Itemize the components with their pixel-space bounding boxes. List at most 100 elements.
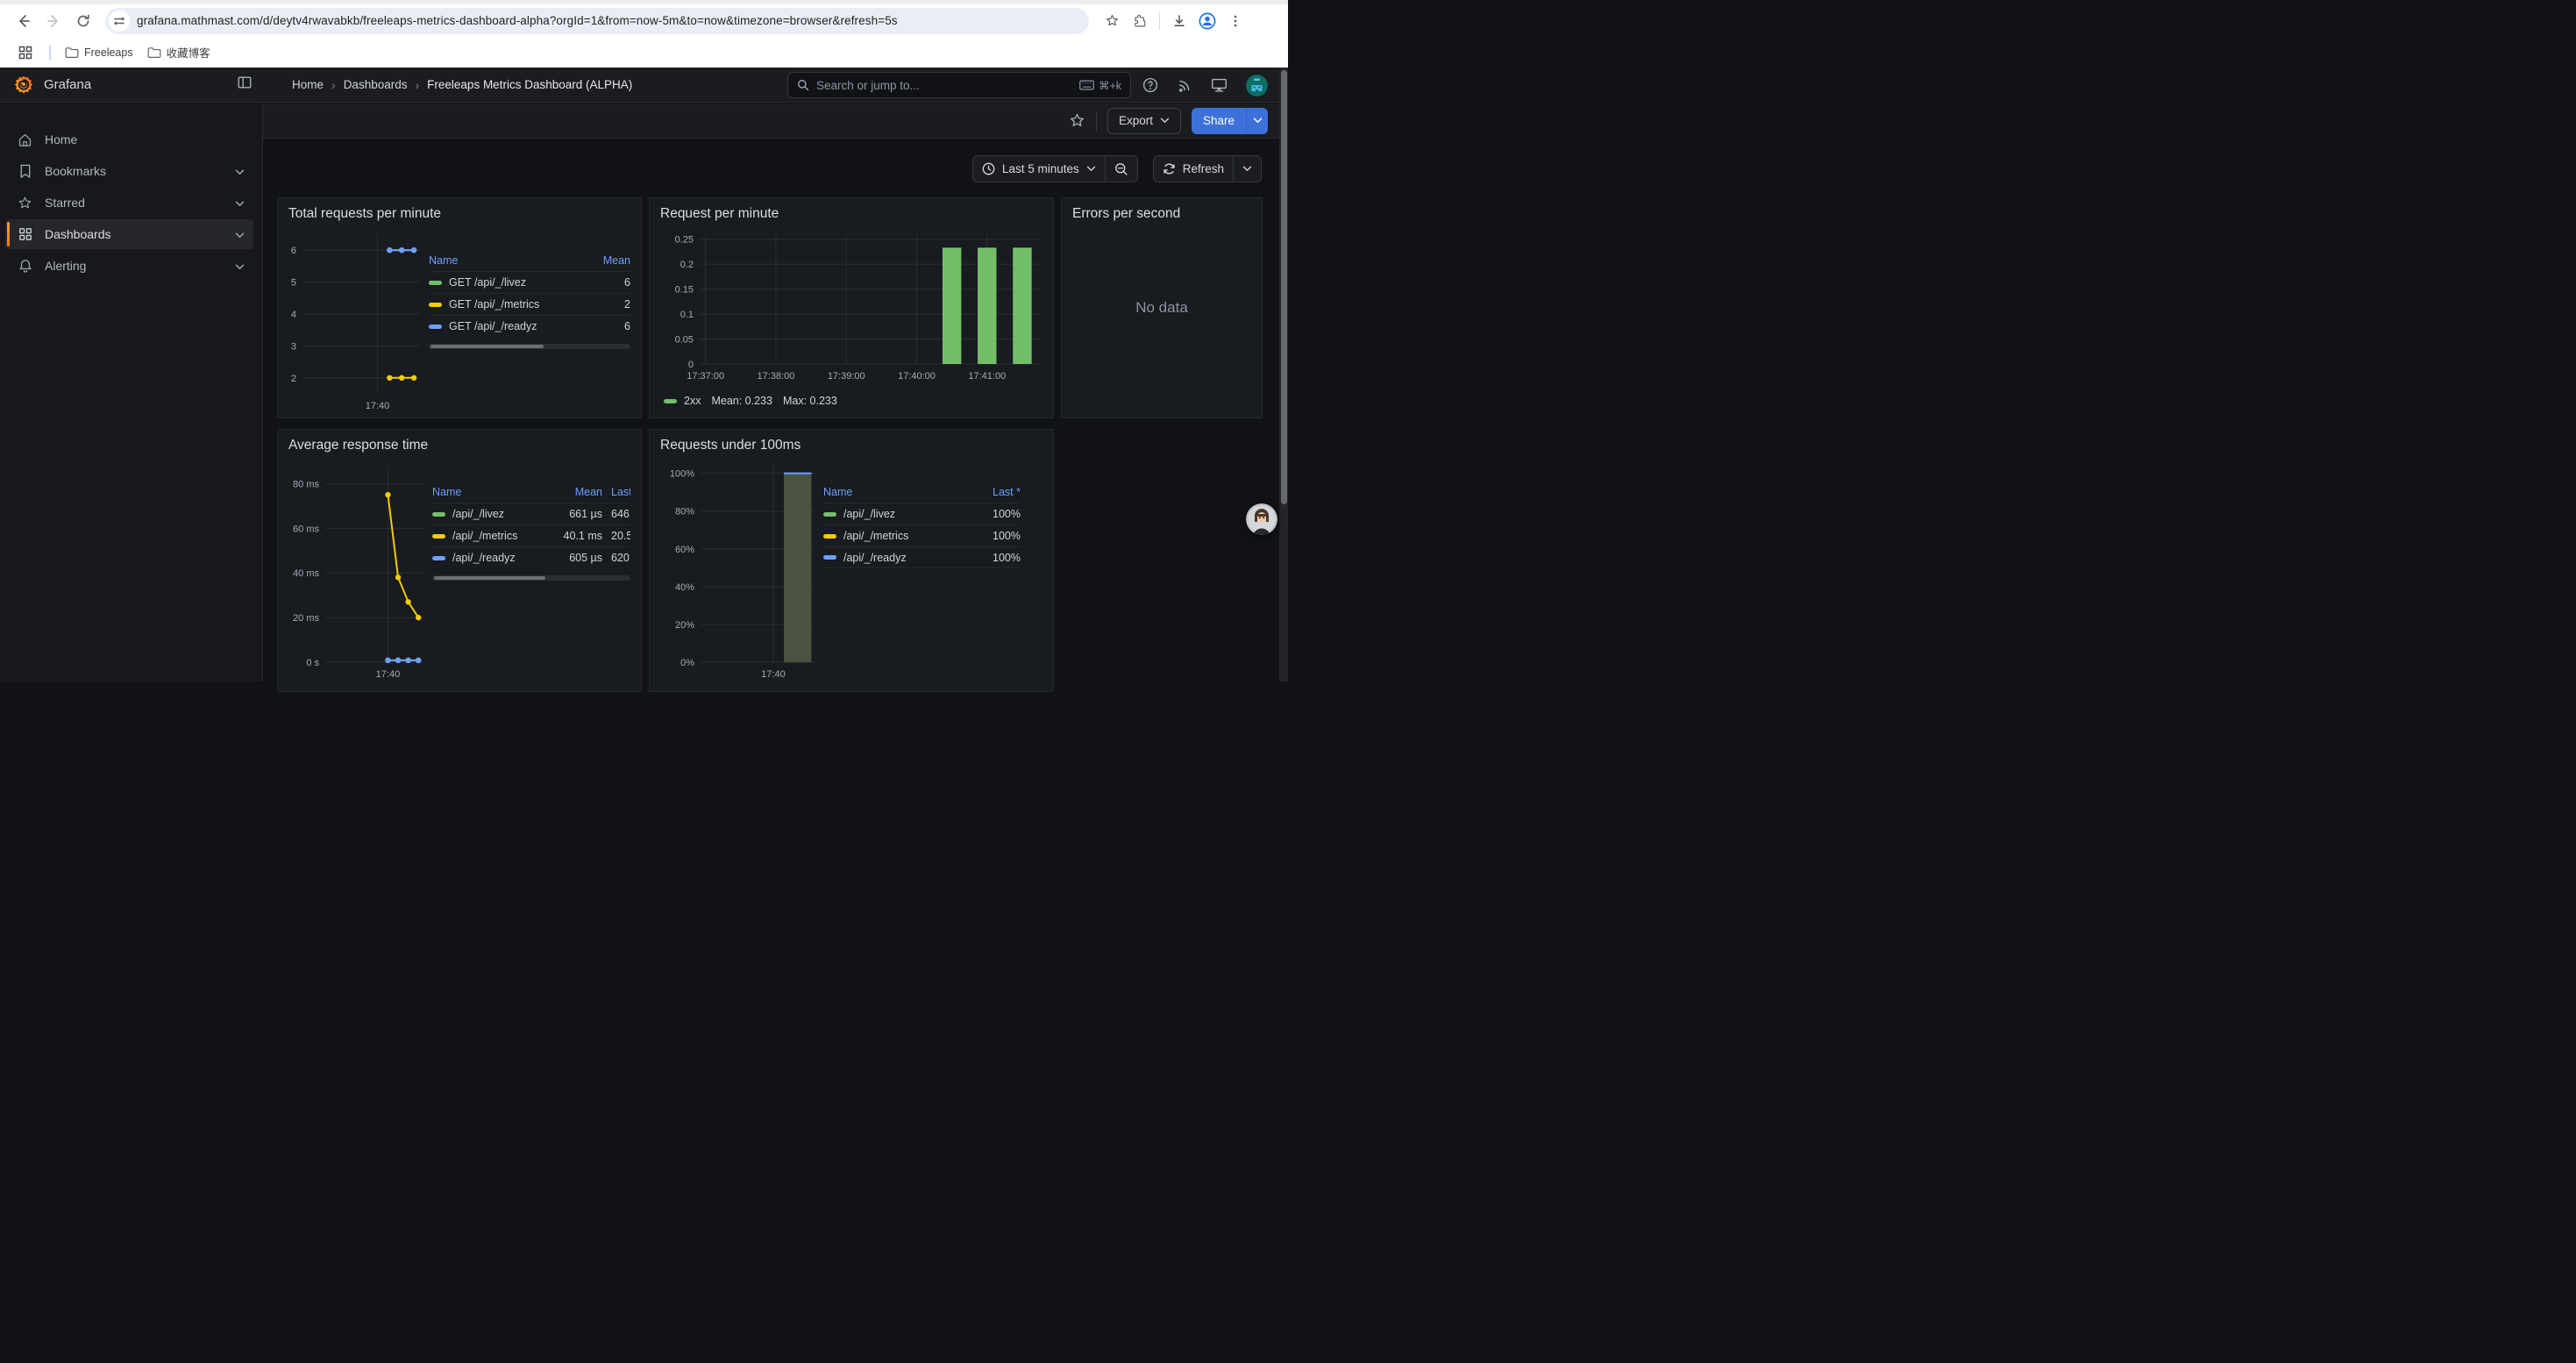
profile-icon[interactable] [1196,10,1219,32]
panel-title[interactable]: Errors per second [1072,204,1251,224]
user-avatar[interactable] [1246,75,1268,96]
apps-grid-icon[interactable] [14,41,37,64]
svg-text:0%: 0% [680,658,694,668]
panel-title[interactable]: Requests under 100ms [660,436,1042,455]
chevron-down-icon[interactable] [235,259,245,273]
url-text[interactable]: grafana.mathmast.com/d/deytv4rwavabkb/fr… [137,14,898,27]
chevron-down-icon[interactable] [235,196,245,210]
forward-button[interactable] [42,10,65,32]
breadcrumb-home[interactable]: Home [292,78,324,91]
url-bar[interactable]: grafana.mathmast.com/d/deytv4rwavabkb/fr… [105,8,1089,34]
page-scrollbar[interactable] [1279,68,1288,682]
legend-row[interactable]: /api/_/readyz 100% [823,546,1021,568]
refresh-interval-dropdown[interactable] [1233,156,1261,182]
grafana-app: Grafana Home › Dashboards › Freeleaps Me… [0,68,1288,682]
download-icon[interactable] [1168,10,1191,32]
dashboard-actions-bar: Export Share [263,103,1288,139]
chevron-down-icon [1242,166,1252,172]
svg-text:0.2: 0.2 [680,260,694,270]
floating-assistant-avatar[interactable] [1246,503,1277,535]
legend-row[interactable]: /api/_/readyz 605 µs 620 µs [432,546,630,568]
legend-hscrollbar[interactable] [432,575,630,581]
panel-title[interactable]: Total requests per minute [288,204,630,224]
bar-legend[interactable]: 2xx Mean: 0.233 Max: 0.233 [660,395,1042,407]
under-100ms-chart: 100%80%60%40%20%0%17:40 [660,466,815,683]
search-input[interactable]: Search or jump to... ⌘+k [787,72,1131,98]
back-button[interactable] [12,10,35,32]
series-name: GET /api/_/livez [449,276,526,289]
column-header-name[interactable]: Name [432,486,548,498]
zoom-out-button[interactable] [1105,156,1137,182]
grafana-header: Grafana Home › Dashboards › Freeleaps Me… [0,68,1288,103]
sidebar-toggle-icon[interactable] [237,75,253,95]
star-icon [18,196,32,211]
column-header-name[interactable]: Name [429,254,592,267]
column-header-last[interactable]: Last * [602,486,630,498]
column-header-mean[interactable]: Mean [592,254,630,267]
column-header-name[interactable]: Name [823,486,982,498]
kiosk-monitor-icon[interactable] [1211,77,1228,93]
svg-text:0.1: 0.1 [680,310,694,320]
sidebar-item-home[interactable]: Home [5,125,253,154]
panel-request-per-minute[interactable]: Request per minute 00.050.10.150.20.2517… [649,197,1054,418]
browser-menu-icon[interactable] [1224,10,1247,32]
legend-row[interactable]: /api/_/metrics 40.1 ms 20.5 ms [432,525,630,546]
legend-hscrollbar[interactable] [429,344,630,349]
bookmark-item-blog[interactable]: 收藏博客 [140,40,217,64]
svg-text:0 s: 0 s [306,658,319,668]
panel-average-response-time[interactable]: Average response time 80 ms60 ms40 ms20 … [277,429,642,692]
panel-errors-per-second[interactable]: Errors per second No data [1061,197,1263,418]
legend-row[interactable]: /api/_/livez 661 µs 646 µs [432,503,630,525]
scrollbar-thumb[interactable] [434,576,545,580]
panel-title[interactable]: Average response time [288,436,630,455]
bookmarks-bar: Freeleaps 收藏博客 [0,37,1288,68]
sidebar-nav: Home Bookmarks Starred Dashboards Alerti… [0,103,263,682]
bookmark-star-icon[interactable] [1100,10,1123,32]
refresh-button[interactable]: Refresh [1154,156,1233,182]
scrollbar-thumb[interactable] [431,345,544,348]
breadcrumb-dashboards[interactable]: Dashboards [344,78,408,91]
brand-name: Grafana [44,77,91,92]
time-range-picker[interactable]: Last 5 minutes [973,156,1105,182]
sidebar-item-bookmarks[interactable]: Bookmarks [5,156,253,186]
site-info-icon[interactable] [109,11,130,32]
news-rss-icon[interactable] [1177,77,1192,93]
sidebar-item-alerting[interactable]: Alerting [5,251,253,281]
chevron-down-icon[interactable] [235,164,245,178]
scrollbar-thumb[interactable] [1281,70,1287,504]
extensions-icon[interactable] [1128,10,1151,32]
legend-row[interactable]: /api/_/metrics 100% [823,525,1021,546]
dashboards-grid-icon [18,227,32,241]
sidebar-item-starred[interactable]: Starred [5,188,253,218]
legend-row[interactable]: GET /api/_/livez 6 [429,271,630,293]
chevron-down-icon[interactable] [235,227,245,241]
series-pill [664,399,677,403]
column-header-last[interactable]: Last * [982,486,1021,498]
sidebar-item-dashboards[interactable]: Dashboards [5,219,253,249]
svg-text:17:40: 17:40 [376,669,401,680]
panel-total-requests[interactable]: Total requests per minute 6543217:40 Nam… [277,197,642,418]
column-header-mean[interactable]: Mean [548,486,602,498]
share-menu-button[interactable] [1246,108,1268,134]
refresh-group: Refresh [1153,155,1262,182]
grafana-logo[interactable] [13,75,34,96]
search-shortcut: ⌘+k [1079,79,1121,92]
legend-row[interactable]: GET /api/_/metrics 2 [429,293,630,315]
share-button[interactable]: Share [1192,108,1246,134]
sidebar-item-label: Alerting [45,259,86,273]
series-name: /api/_/livez [843,508,895,520]
panel-requests-under-100ms[interactable]: Requests under 100ms 100%80%60%40%20%0%1… [649,429,1054,692]
favorite-star-icon[interactable] [1069,112,1085,129]
help-icon[interactable] [1142,77,1158,93]
svg-text:60 ms: 60 ms [293,524,319,534]
export-button[interactable]: Export [1107,108,1181,134]
series-pill [823,555,836,560]
bookmark-item-freeleaps[interactable]: Freeleaps [58,43,140,62]
legend-row[interactable]: GET /api/_/readyz 6 [429,315,630,337]
bookmarks-divider [49,45,51,61]
reload-button[interactable] [72,10,95,32]
panel-title[interactable]: Request per minute [660,204,1042,224]
legend-row[interactable]: /api/_/livez 100% [823,503,1021,525]
series-name: /api/_/metrics [843,530,908,542]
series-last: 100% [982,530,1021,542]
